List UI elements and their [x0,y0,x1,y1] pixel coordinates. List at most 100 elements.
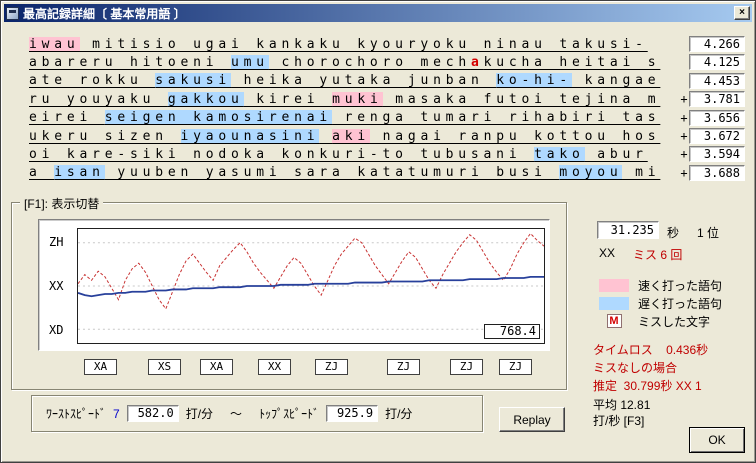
worst-speed-label: ﾜｰｽﾄｽﾋﾟｰﾄﾞ [46,407,107,421]
text-segment-slow: moyou [559,165,623,181]
line-speed-value: 4.453 [689,72,745,89]
close-button[interactable]: × [734,6,750,20]
app-icon [6,6,19,20]
window-title: 最高記録詳細〔 基本常用語 〕 [23,6,186,21]
close-icon: × [739,7,745,18]
line-speed-value: 3.594 [689,146,745,163]
line-value: +3.594 [679,146,745,163]
chart-marker: ZJ [450,359,483,375]
typing-line: abareru hitoeni umu chorochoro mechakuch… [29,53,745,71]
estimate-label: 推定 30.799秒 XX 1 [593,379,702,393]
chart-y-label: XX [49,279,64,293]
miss-row: XX ミス 6 回 [599,246,682,263]
text-segment: abareru hitoeni [29,54,232,70]
line-plus-sign: + [680,110,688,125]
average-unit-label: 打/秒 [F3] [593,414,645,428]
legend-item: M ミスした文字 [599,312,722,330]
text-segment: masaka futoi tejina m [382,91,661,107]
line-plus-sign: + [680,147,688,162]
text-segment-fast: aki [332,128,370,144]
text-segment: renga tumari rihabiri tas [332,110,661,126]
legend-key [599,278,629,292]
typing-line: ukeru sizen iyaounasini aki nagai ranpu … [29,127,745,145]
text-segment-fast: muki [332,91,383,107]
text-segment: ate rokku [29,73,156,89]
top-speed-value: 925.9 [326,405,379,422]
text-segment: mi [622,165,661,181]
timeloss-label: タイムロス 0.436秒 [593,343,709,357]
line-speed-value: 3.656 [689,109,745,126]
line-value: +3.688 [679,164,745,181]
text-segment-slow: tako [534,146,585,162]
typing-line: iwau mitisio ugai kankaku kyouryoku nina… [29,35,745,53]
line-speed-value: 4.125 [689,54,745,71]
line-plus-sign: + [680,165,688,180]
time-display: 31.235 [597,221,659,239]
legend: 速く打った語句 遅く打った語句 M ミスした文字 [599,276,722,330]
chart-marker: ZJ [315,359,348,375]
legend-label: 遅く打った語句 [638,296,723,311]
miss-count-label: ミス 6 回 [633,248,683,262]
line-value: +3.781 [679,91,745,108]
text-segment: yuuben yasumi sara katatumuri busi [104,165,560,181]
text-segment-slow: seigen kamosirenai [104,110,333,126]
text-segment: ukeru sizen [29,128,181,144]
line-plus-sign: + [680,129,688,143]
legend-swatch [599,296,629,310]
text-segment: kucha heitai s [483,54,661,70]
line-speed-value: 3.672 [689,128,745,144]
top-speed-unit: 打/分 [385,407,413,421]
text-segment: kangae [571,73,661,89]
chart-marker: XX [258,359,291,375]
text-segment: eirei [29,110,105,126]
text-segment-slow: iyaounasini [180,128,320,144]
chart-svg [78,232,544,330]
typing-line-text: ru youyaku gakkou kirei muki masaka futo… [29,91,661,107]
time-unit-label: 秒 [667,226,680,240]
legend-label: 速く打った語句 [638,278,723,293]
titlebar: 最高記録詳細〔 基本常用語 〕 × [4,4,752,22]
typing-line-text: eirei seigen kamosirenai renga tumari ri… [29,110,661,126]
text-segment-miss: a [470,54,484,70]
worst-speed-value: 582.0 [126,405,179,422]
legend-label: ミスした文字 [638,314,711,329]
legend-key [599,296,629,310]
chart-y-label: XD [49,323,64,337]
typing-line: oi kare-siki nodoka konkuri-to tubusani … [29,145,745,163]
text-segment-slow: ko-hi- [496,73,572,89]
chart-markers: XA XS XA XX ZJ ZJ ZJ ZJ [12,359,566,375]
typing-line: a isan yuuben yasumi sara katatumuri bus… [29,164,745,182]
chart-marker: XA [84,359,117,375]
chart-marker: ZJ [499,359,532,375]
legend-item: 遅く打った語句 [599,294,722,312]
typing-line: ate rokku sakusi heika yutaka junban ko-… [29,72,745,90]
average-value-label: 平均 12.81 [593,398,651,412]
text-segment-slow: gakkou [167,91,244,107]
line-value: +3.672 [679,128,745,144]
line-value: 4.266 [679,36,745,52]
typing-line-text: iwau mitisio ugai kankaku kyouryoku nina… [29,36,648,52]
worst-speed-rank: 7 [113,406,120,421]
legend-swatch [599,278,629,292]
replay-button[interactable]: Replay [499,407,565,432]
ok-button[interactable]: OK [689,427,745,453]
chart-marker: XS [148,359,181,375]
text-segment: oi kare-siki nodoka konkuri-to tubusani [29,146,535,162]
chart-groupbox: [F1]: 表示切替 ZH XX XD 768.4 XA XS XA XX ZJ ZJ ZJ ZJ [11,195,567,390]
speed-groupbox: ﾜｰｽﾄｽﾋﾟｰﾄﾞ 7 582.0 打/分 ～ ﾄｯﾌﾟｽﾋﾟｰﾄﾞ 925.… [31,395,483,432]
chart-group-label: [F1]: 表示切替 [20,195,104,212]
text-segment: abur [584,146,648,162]
typing-line-text: oi kare-siki nodoka konkuri-to tubusani … [29,146,648,162]
text-segment-slow: umu [231,54,269,70]
chart-marker: XA [200,359,233,375]
text-segment: mitisio ugai kankaku kyouryoku ninau tak… [79,36,648,52]
no-miss-label: ミスなしの場合 [593,361,678,375]
text-segment-slow: isan [54,165,105,181]
line-value: 4.453 [679,72,745,89]
text-segment: ru youyaku [29,91,168,107]
worst-speed-unit: 打/分 [185,407,214,421]
chart-marker: ZJ [387,359,420,375]
text-segment: heika yutaka junban [231,73,497,89]
chart-value-box: 768.4 [484,324,540,339]
legend-key: M [599,314,629,328]
